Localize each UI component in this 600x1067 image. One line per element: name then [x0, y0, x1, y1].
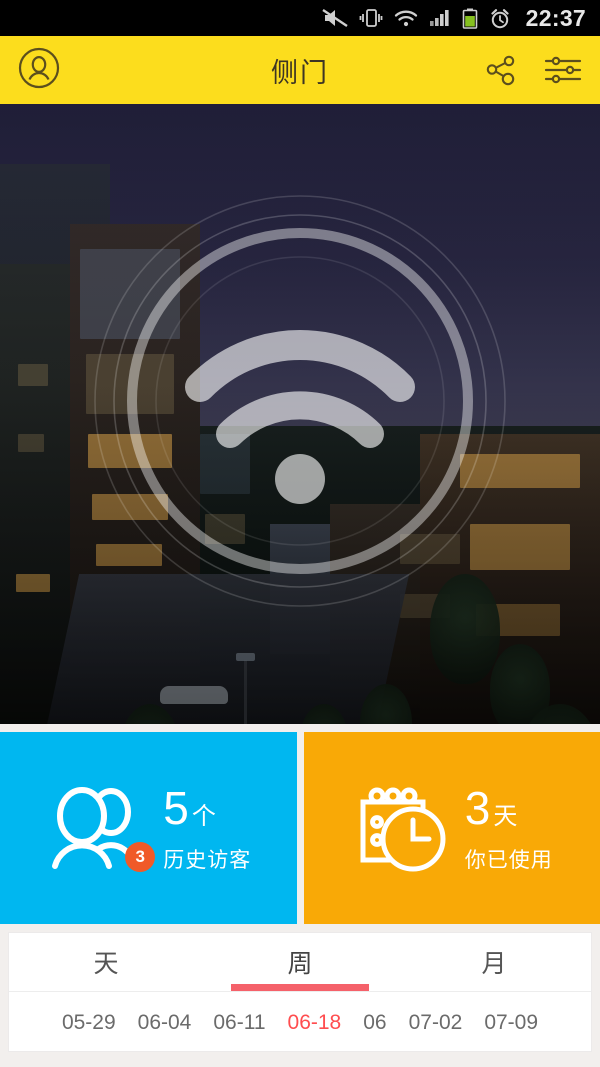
tab-month[interactable]: 月 [397, 933, 591, 991]
share-icon[interactable] [484, 53, 518, 87]
app-root: 22:37 侧门 3 5 个 历史访客 3 天 你已使用 天 周 月 05-29… [0, 0, 600, 1067]
date-item[interactable]: 07-09 [473, 1011, 549, 1035]
wifi-signal-icon [94, 195, 506, 607]
tab-week[interactable]: 周 [203, 933, 397, 991]
visitor-count: 5个 [163, 781, 216, 834]
status-bar: 22:37 [0, 0, 600, 36]
signal-icon [429, 8, 451, 28]
alarm-icon [489, 8, 511, 29]
date-strip: 05-29 06-04 06-11 06-18 06 07-02 07-09 [9, 992, 591, 1053]
mute-icon [322, 8, 348, 28]
date-item[interactable]: 07-02 [398, 1011, 474, 1035]
visitors-card[interactable]: 3 5个 历史访客 [0, 732, 297, 924]
date-item-active[interactable]: 06-18 [277, 1011, 353, 1035]
wifi-overlay [0, 104, 600, 724]
usage-label: 你已使用 [464, 848, 553, 872]
date-item[interactable]: 06 [352, 1011, 397, 1035]
title-bar: 侧门 [0, 36, 600, 104]
tab-day[interactable]: 天 [9, 933, 203, 991]
wifi-icon [394, 8, 418, 28]
usage-count: 3天 [464, 781, 518, 834]
usage-card[interactable]: 3天 你已使用 [303, 732, 600, 924]
calendar-clock-icon [351, 780, 455, 876]
usage-unit: 天 [493, 802, 518, 830]
date-item[interactable]: 05-29 [51, 1011, 127, 1035]
date-item[interactable]: 06-04 [127, 1011, 203, 1035]
status-time: 22:37 [525, 4, 586, 31]
sliders-icon[interactable] [544, 54, 582, 86]
stat-cards: 3 5个 历史访客 3 天 你已使用 [0, 724, 600, 924]
vibrate-icon [359, 8, 383, 28]
date-item[interactable]: 06-11 [202, 1011, 276, 1035]
hero-image[interactable] [0, 104, 600, 724]
period-tabs: 天 周 月 [9, 933, 591, 991]
visitor-label: 历史访客 [163, 848, 252, 872]
people-icon: 3 [45, 780, 156, 876]
person-circle-icon [18, 47, 60, 94]
history-panel: 天 周 月 05-29 06-04 06-11 06-18 06 07-02 0… [8, 932, 592, 1052]
profile-button[interactable] [18, 47, 60, 94]
battery-icon [462, 8, 478, 29]
visitor-unit: 个 [191, 802, 216, 830]
